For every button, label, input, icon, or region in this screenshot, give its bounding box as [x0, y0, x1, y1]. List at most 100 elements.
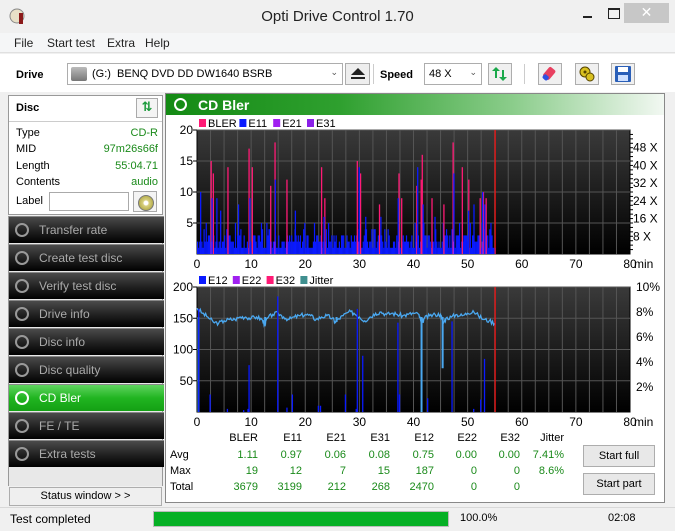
- legend-swatch: [239, 119, 247, 127]
- e11-bar: [241, 247, 243, 254]
- x-tick-label: 10: [244, 257, 258, 271]
- e11-bar: [454, 247, 456, 254]
- e11-bar: [249, 198, 251, 254]
- status-bar: Test completed 100.0% 02:08: [0, 507, 675, 531]
- e11-bar: [296, 241, 298, 254]
- stats-value-bler: 1.11: [237, 449, 258, 461]
- e12-bar: [248, 365, 250, 412]
- e11-bar: [239, 235, 241, 254]
- e12-bar: [198, 308, 200, 412]
- progress-bar: [153, 511, 449, 527]
- e11-bar: [305, 247, 307, 254]
- e11-bar: [280, 247, 282, 254]
- x-tick-label: 40: [407, 415, 421, 429]
- e12-bar: [397, 322, 399, 412]
- e11-bar: [302, 241, 304, 254]
- e11-bar: [266, 223, 268, 254]
- e11-bar: [300, 247, 303, 254]
- bler-bar: [485, 198, 487, 254]
- e11-bar: [276, 247, 278, 254]
- e11-bar: [385, 241, 387, 254]
- stats-value-e21: 7: [339, 465, 346, 477]
- e11-bar: [417, 167, 419, 254]
- bler-bar: [212, 173, 214, 254]
- e11-bar: [350, 235, 352, 254]
- e11-bar: [383, 247, 385, 254]
- y-tick-label: 50: [180, 374, 194, 388]
- e21-bar: [398, 241, 400, 254]
- e11-bar: [294, 210, 297, 254]
- e11-bar: [413, 247, 415, 254]
- e11-bar: [389, 247, 391, 254]
- e11-bar: [310, 247, 312, 254]
- e11-bar: [259, 241, 261, 254]
- e12-bar: [277, 296, 279, 412]
- e11-bar: [425, 235, 427, 254]
- e11-bar: [404, 241, 407, 254]
- x-tick-label: 20: [299, 257, 313, 271]
- e11-bar: [202, 247, 204, 254]
- e11-bar: [287, 241, 290, 254]
- e11-bar: [291, 235, 293, 254]
- start-full-button[interactable]: Start full: [583, 445, 655, 467]
- e11-bar: [339, 247, 342, 254]
- e11-bar: [244, 247, 246, 254]
- e21-bar: [274, 241, 276, 254]
- stats-value-e12: 187: [415, 465, 434, 477]
- e11-bar: [206, 241, 208, 254]
- e11-bar: [334, 241, 336, 254]
- e12-bar: [398, 394, 401, 412]
- e11-bar: [437, 247, 439, 254]
- stats-value-e22: 0: [470, 481, 477, 493]
- e11-bar: [471, 235, 474, 254]
- e11-bar: [343, 235, 345, 254]
- e11-bar: [366, 241, 369, 254]
- e11-bar: [457, 235, 460, 254]
- start-part-button[interactable]: Start part: [583, 473, 655, 495]
- e11-bar: [282, 241, 284, 254]
- e11-bar: [387, 229, 389, 254]
- bler-bar: [401, 198, 403, 254]
- stats-value-e31: 268: [371, 481, 390, 493]
- e11-bar: [278, 235, 280, 254]
- stats-header-e32: E32: [500, 432, 520, 444]
- jitter-dip: [335, 317, 338, 322]
- e12-bar: [247, 408, 249, 412]
- stats-value-jitter: 8.6%: [538, 465, 564, 477]
- e11-bar: [395, 247, 397, 254]
- e11-bar: [410, 241, 412, 254]
- y-tick-label: 200: [173, 280, 193, 294]
- e12-bar: [317, 405, 319, 412]
- legend-label: E11: [248, 118, 267, 130]
- e11-bar: [369, 241, 371, 254]
- e11-bar: [333, 235, 335, 254]
- stats-value-e31: 0.08: [368, 449, 390, 461]
- e11-bar: [444, 235, 447, 254]
- e11-bar: [203, 229, 205, 254]
- y2-tick-label: 48 X: [633, 141, 658, 155]
- e11-bar: [254, 235, 256, 254]
- e11-bar: [311, 247, 313, 254]
- e11-bar: [207, 235, 210, 254]
- e11-bar: [240, 229, 242, 254]
- e11-bar: [198, 247, 200, 254]
- e11-bar: [447, 235, 449, 254]
- stats-value-e21: 212: [327, 481, 346, 493]
- legend-swatch: [199, 276, 206, 284]
- e11-bar: [298, 241, 300, 254]
- e11-bar: [439, 247, 441, 254]
- e11-bar: [268, 229, 270, 254]
- e11-bar: [377, 235, 379, 254]
- x-tick-label: 70: [569, 415, 583, 429]
- e11-bar: [292, 241, 294, 254]
- legend-swatch: [273, 119, 281, 127]
- e11-bar: [458, 223, 461, 254]
- y2-tick-label: 10%: [636, 280, 660, 294]
- x-tick-label: 40: [407, 257, 421, 271]
- e11-bar: [370, 241, 372, 254]
- progress-percent: 100.0%: [460, 512, 498, 524]
- e11-bar: [325, 229, 328, 254]
- e11-bar: [348, 241, 350, 254]
- e21-bar: [358, 241, 360, 254]
- e11-bar: [405, 235, 408, 254]
